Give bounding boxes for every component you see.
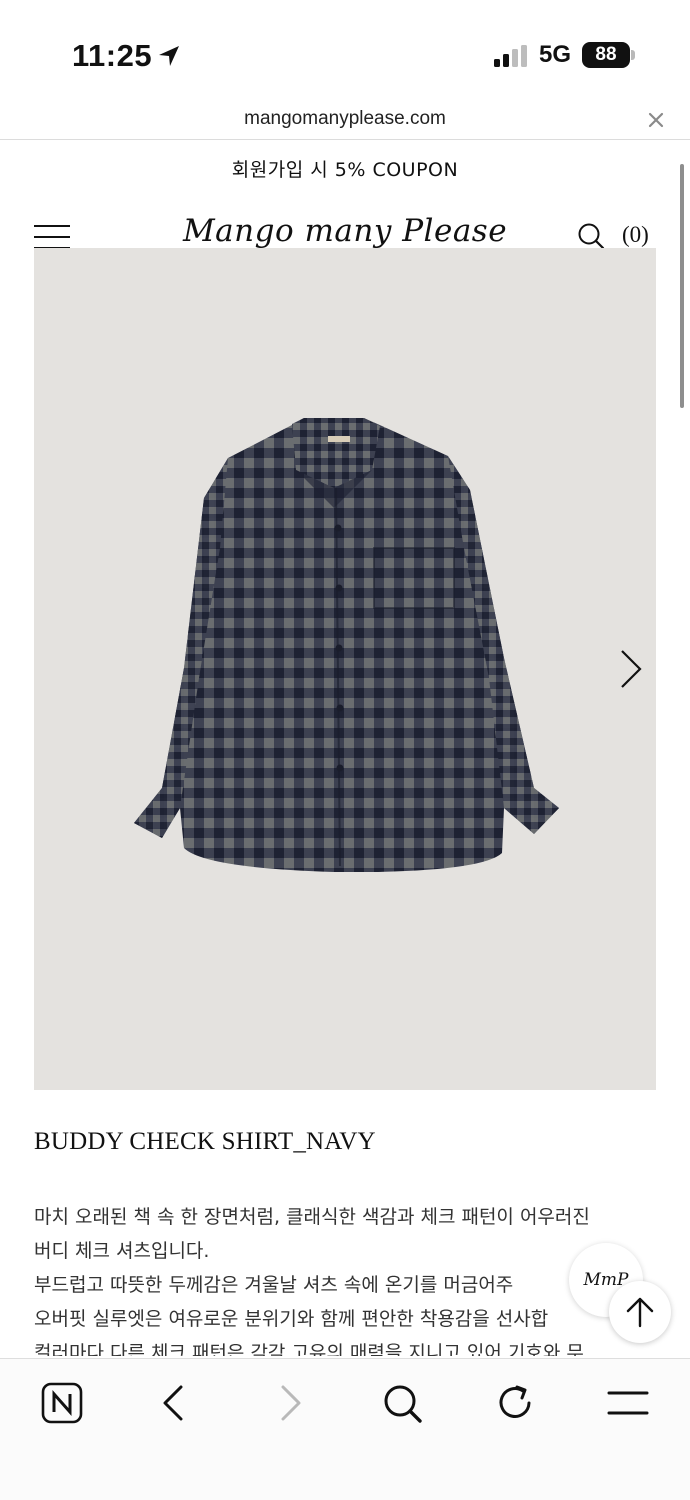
browser-toolbar: [0, 1358, 690, 1500]
back-icon[interactable]: [153, 1381, 197, 1425]
network-type: 5G: [539, 41, 572, 68]
site-logo[interactable]: Mango many Please: [180, 213, 510, 249]
menu-icon[interactable]: [34, 224, 70, 250]
promo-banner[interactable]: 회원가입 시 5% COUPON: [0, 155, 690, 182]
shirt-image: [134, 418, 559, 872]
description-line: 마치 오래된 책 속 한 장면처럼, 클래식한 색감과 체크 패턴이 어우러진: [34, 1206, 590, 1228]
menu-icon[interactable]: [606, 1381, 650, 1425]
description-line: 컬러마다 다른 체크 패턴은 각각 고유의 매력을 지니고 있어 기호와 무: [34, 1342, 584, 1356]
cart-count[interactable]: (0): [622, 222, 649, 248]
refresh-icon[interactable]: [493, 1381, 537, 1425]
location-arrow-icon: [159, 46, 179, 66]
scrollbar[interactable]: [680, 164, 684, 408]
url-bar[interactable]: mangomanyplease.com: [0, 100, 690, 140]
url-text[interactable]: mangomanyplease.com: [0, 108, 690, 130]
scroll-top-button[interactable]: [609, 1281, 671, 1343]
description-line: 오버핏 실루엣은 여유로운 분위기와 함께 편안한 착용감을 선사합: [34, 1308, 549, 1330]
status-time: 11:25: [72, 38, 153, 73]
search-icon[interactable]: [380, 1381, 424, 1425]
battery-tip: [631, 50, 635, 60]
signal-icon: [494, 45, 527, 67]
battery-indicator: 88: [582, 42, 630, 68]
close-icon[interactable]: [645, 109, 667, 131]
arrow-up-icon: [626, 1297, 654, 1328]
forward-icon[interactable]: [267, 1381, 311, 1425]
search-icon[interactable]: [577, 222, 605, 250]
naver-home-icon[interactable]: [40, 1381, 84, 1425]
product-title: BUDDY CHECK SHIRT_NAVY: [34, 1128, 376, 1155]
product-image[interactable]: [34, 248, 656, 1090]
chevron-right-icon[interactable]: [616, 648, 646, 690]
status-bar: 11:25 5G 88: [0, 0, 690, 100]
